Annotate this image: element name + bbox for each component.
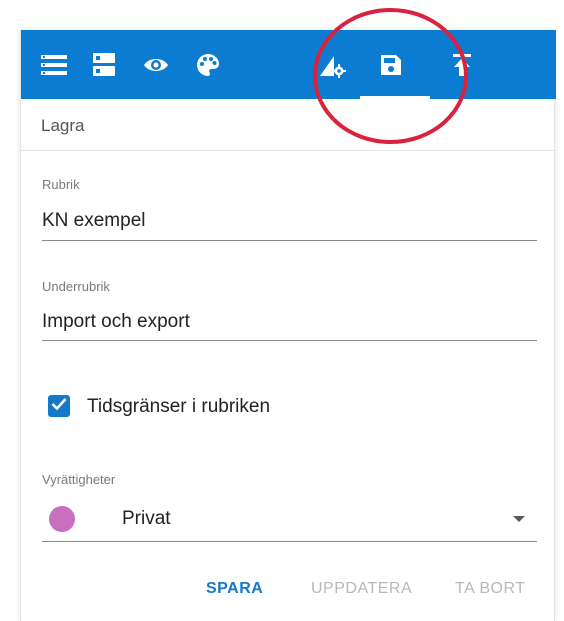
permissions-value: Privat [122,508,171,529]
section-header: Lagra [21,99,556,151]
permissions-select[interactable] [42,496,537,540]
toolbar [21,30,556,99]
update-button[interactable]: UPPDATERA [311,580,412,598]
tool-style[interactable] [183,30,233,99]
save-button[interactable]: SPARA [206,580,263,598]
save-icon [380,54,402,76]
subtitle-field[interactable]: Import och export [42,311,190,333]
checkmark-icon [51,397,67,416]
layers-icon [93,52,115,77]
tool-save[interactable] [360,30,430,99]
permissions-label: Vyrättigheter [42,472,116,487]
subtitle-field-underline [42,340,537,341]
permission-color-dot [49,506,75,532]
permissions-underline [42,541,537,542]
upload-icon [452,53,472,76]
time-limits-checkbox[interactable] [48,395,70,417]
tool-chart-settings[interactable] [308,30,358,99]
save-view-panel: Lagra Rubrik KN exempel Underrubrik Impo… [20,30,556,621]
chevron-down-icon [513,516,525,522]
tool-upload[interactable] [437,30,487,99]
tool-preview[interactable] [131,30,181,99]
section-title: Lagra [41,116,85,135]
tool-layers[interactable] [79,30,129,99]
tool-list[interactable] [29,30,79,99]
list-icon [41,54,67,76]
title-field-underline [42,240,537,241]
subtitle-field-label: Underrubrik [42,279,110,294]
title-field-label: Rubrik [42,177,80,192]
delete-button[interactable]: TA BORT [455,580,525,598]
time-limits-label[interactable]: Tidsgränser i rubriken [87,396,270,418]
palette-icon [196,53,220,77]
eye-icon [143,56,169,74]
chart-settings-icon [318,52,348,78]
title-field[interactable]: KN exempel [42,210,146,232]
